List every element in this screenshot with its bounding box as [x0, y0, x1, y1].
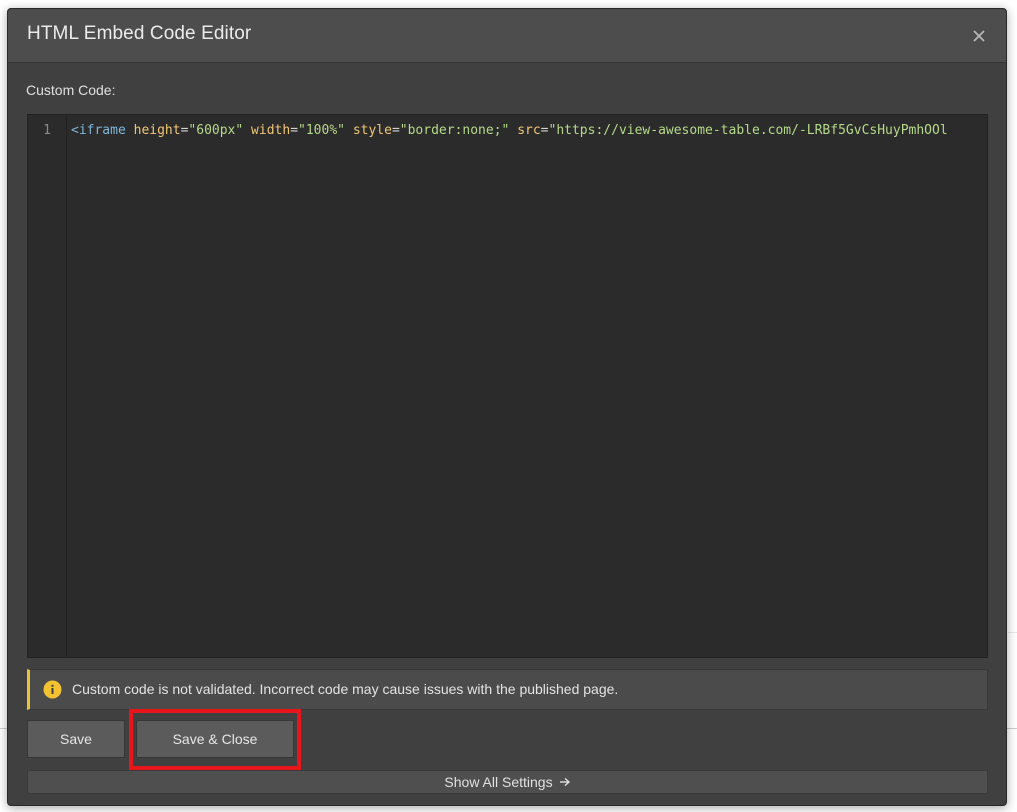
code-token-value: "100%" — [298, 123, 345, 138]
arrow-right-icon — [559, 771, 571, 793]
embed-code-modal: HTML Embed Code Editor Custom Code: 1 <i… — [7, 8, 1007, 806]
show-all-settings-label: Show All Settings — [444, 774, 553, 790]
code-token-value: "600px" — [188, 123, 244, 138]
code-token-attr: height — [133, 123, 181, 138]
save-button[interactable]: Save — [27, 720, 125, 758]
show-all-settings-button[interactable]: Show All Settings — [27, 770, 988, 794]
modal-header: HTML Embed Code Editor — [8, 9, 1006, 63]
modal-title: HTML Embed Code Editor — [27, 23, 252, 44]
save-and-close-button[interactable]: Save & Close — [136, 720, 294, 758]
close-icon[interactable] — [966, 23, 992, 49]
code-token-value: "https://view-awesome-table.com/-LRBf5Gv… — [548, 123, 948, 138]
validation-warning: Custom code is not validated. Incorrect … — [27, 669, 988, 710]
page-divider-right — [1008, 632, 1017, 633]
code-line[interactable]: <iframe height="600px" width="100%" styl… — [71, 123, 948, 138]
code-token-attr: src — [517, 123, 541, 138]
warning-text: Custom code is not validated. Incorrect … — [72, 681, 619, 697]
custom-code-label: Custom Code: — [26, 82, 116, 98]
code-token-attr: style — [352, 123, 392, 138]
code-editor[interactable]: 1 <iframe height="600px" width="100%" st… — [27, 114, 988, 658]
line-number: 1 — [43, 123, 51, 138]
line-gutter: 1 — [28, 115, 67, 657]
info-icon — [43, 680, 62, 699]
code-token-tag: <iframe — [71, 123, 126, 138]
code-token-value: "border:none;" — [399, 123, 510, 138]
code-token-attr: width — [251, 123, 291, 138]
